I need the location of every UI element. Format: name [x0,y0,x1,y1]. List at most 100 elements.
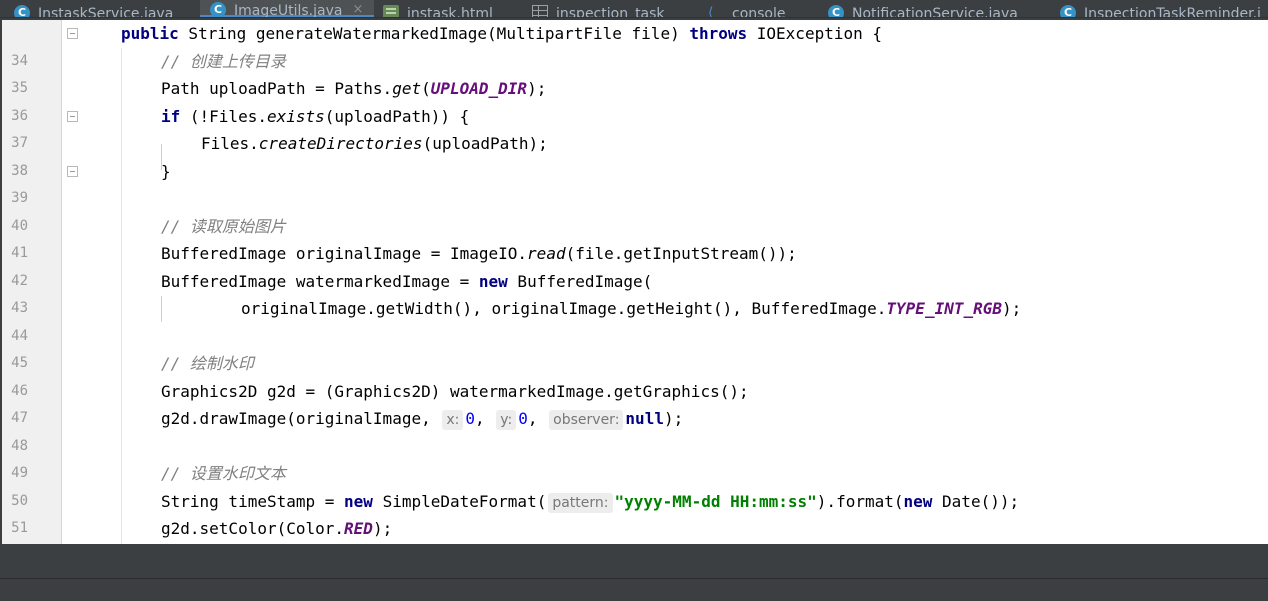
code-token: createDirectories [258,134,423,153]
code-token: (file.getInputStream()); [565,244,797,263]
code-token: ( [421,79,431,98]
console-icon: ⟨ [708,5,714,18]
code-token: g2d.drawImage(originalImage, [161,409,441,428]
tab-label: InstaskService.java [38,6,174,18]
parameter-hint: pattern: [548,492,613,513]
code-line: 40 [0,185,1268,234]
html-file-icon [383,5,399,17]
code-comment: // 绘制水印 [161,354,254,373]
code-token: BufferedImage originalImage = ImageIO. [161,244,528,263]
code-line: 37 if (!Files.exists(uploadPath)) { [0,103,1268,152]
code-token: ); [663,409,684,428]
code-comment: // 设置水印文本 [161,464,286,483]
status-bar [0,578,1268,601]
code-line: 47 Graphics2D g2d = (Graphics2D) waterma… [0,378,1268,427]
code-token: public [121,24,179,43]
code-token: ); [1002,299,1022,318]
fold-icon[interactable] [67,165,78,177]
code-token: String timeStamp = [161,491,345,511]
code-token: new [478,271,508,291]
code-line: 44 originalImage.getWidth(), originalIma… [0,295,1268,344]
tab-label: NotificationService.java [852,6,1018,18]
code-token: UPLOAD_DIR [430,79,528,98]
code-token: Date()); [932,491,1020,511]
code-token: } [161,161,171,181]
code-token: null [625,409,664,428]
code-token: BufferedImage( [507,271,653,291]
code-token: originalImage.getWidth(), originalImage.… [241,299,887,318]
code-token: exists [266,106,325,126]
fold-icon[interactable] [67,110,78,122]
code-line: 45 [0,323,1268,371]
code-line: 51 String timeStamp = new SimpleDateForm… [0,488,1268,537]
code-token: new [344,491,373,511]
code-line: 43 BufferedImage watermarkedImage = new … [0,268,1268,317]
editor-tab-bar: C InstaskService.java C ImageUtils.java … [0,0,1268,18]
code-token: Path uploadPath = Paths. [161,79,393,98]
code-token: (uploadPath); [422,134,548,153]
tab-inspection-task[interactable]: inspection_task [532,0,702,18]
bottom-panel [0,544,1268,578]
code-token: RED [344,519,373,538]
parameter-hint: x: [442,410,464,430]
code-token: , [475,409,495,428]
java-class-icon: C [1060,5,1076,17]
code-token: BufferedImage watermarkedImage = [161,271,479,291]
code-token: (!Files. [180,106,267,126]
code-line: 48 g2d.drawImage(originalImage, x: 0, y: 0… [0,405,1268,454]
table-icon [532,5,548,17]
code-token: throws [689,24,748,43]
code-string: "yyyy-MM-dd HH:mm:ss" [614,491,817,511]
fold-icon[interactable] [67,28,78,39]
tab-label: InspectionTaskReminder.j [1084,6,1261,18]
code-line: 35 // 创建上传目录 [0,48,1268,97]
tab-label: ImageUtils.java [234,3,343,18]
tab-image-utils[interactable]: C ImageUtils.java × [200,0,374,18]
tab-notification-service[interactable]: C NotificationService.java [828,0,1058,18]
code-token: ).format( [816,491,904,511]
code-comment: // 读取原始图片 [161,216,286,236]
code-token: Graphics2D g2d = (Graphics2D) watermarke… [161,381,749,401]
tab-inspection-task-reminder[interactable]: C InspectionTaskReminder.j [1060,0,1268,18]
code-token: SimpleDateFormat( [372,491,547,511]
code-comment: // 创建上传目录 [161,51,286,71]
code-line: 49 [0,433,1268,481]
code-editor[interactable]: 34 public String generateWatermarkedImag… [0,20,1268,544]
java-class-icon: C [14,5,30,17]
code-line: 38 Files.createDirectories(uploadPath); [0,130,1268,179]
code-line: 52 g2d.setColor(Color.RED); [0,515,1268,543]
code-token: TYPE_INT_RGB [886,299,1002,318]
code-line: 41 // 读取原始图片 [0,213,1268,262]
code-line: 46 // 绘制水印 [0,350,1268,399]
code-token: if [161,106,181,126]
java-class-icon: C [828,5,844,17]
code-token: g2d.setColor(Color. [161,519,345,538]
code-token: , [527,409,548,428]
code-token: String generateWatermarkedImage(Multipar… [178,24,690,43]
tab-label: console [732,6,786,18]
code-token: ); [527,79,547,98]
code-line: 50 // 设置水印文本 [0,460,1268,509]
code-token: Files. [201,134,259,153]
code-token: ); [372,519,393,538]
tab-label: instask.html [407,6,493,18]
code-token: 0 [518,409,528,428]
parameter-hint: y: [496,410,517,430]
parameter-hint: observer: [549,410,624,430]
code-line: 42 BufferedImage originalImage = ImageIO… [0,240,1268,289]
java-class-icon: C [210,2,226,17]
code-token: new [903,491,933,511]
close-icon[interactable]: × [352,1,363,17]
code-token: 0 [465,409,476,428]
code-line: 36 Path uploadPath = Paths.get(UPLOAD_DI… [0,75,1268,124]
code-token: IOException { [747,24,882,43]
tab-label: inspection_task [556,6,665,18]
tab-console[interactable]: ⟨ console [708,0,818,18]
code-line: 34 public String generateWatermarkedImag… [0,20,1268,69]
tab-instask-html[interactable]: instask.html [383,0,523,18]
code-line: 39 } [0,158,1268,207]
code-token: (uploadPath)) { [324,106,470,126]
code-token: get [392,79,422,98]
code-token: read [527,244,566,263]
tab-instask-service[interactable]: C InstaskService.java [14,0,200,18]
